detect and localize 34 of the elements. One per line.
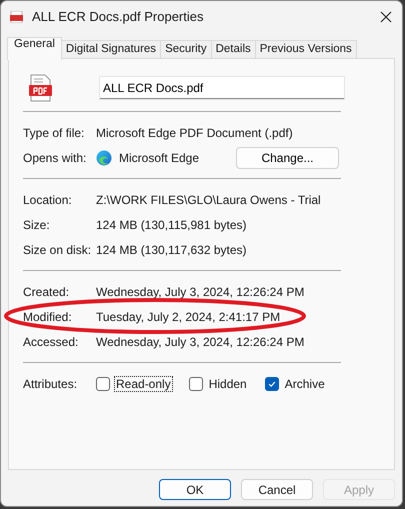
dialog-button[interactable]: Cancel (241, 479, 313, 500)
file-name-field[interactable]: ALL ECR Docs.pdf (100, 77, 344, 99)
dialog-button[interactable]: OK (159, 479, 231, 500)
field-label: Accessed: (23, 334, 80, 348)
edge-browser-icon (96, 150, 112, 166)
pdf-file-icon (28, 74, 52, 102)
field-value: Wednesday, July 3, 2024, 12:26:24 PM (96, 284, 304, 298)
checkbox[interactable] (264, 376, 279, 390)
field-value: 124 MB (130,117,632 bytes) (96, 242, 247, 256)
field-value: Z:\WORK FILES\GLO\Laura Owens - Trial (96, 192, 321, 206)
field-label: Size: (23, 218, 51, 232)
field-label: Attributes: (23, 376, 78, 390)
field-value: 124 MB (130,115,981 bytes) (96, 218, 247, 232)
field-value: Microsoft Edge (119, 150, 200, 164)
tab[interactable]: General (7, 37, 62, 60)
tab[interactable]: Previous Versions (254, 40, 357, 58)
checkbox-label[interactable]: Hidden (206, 376, 249, 392)
field-value: Wednesday, July 3, 2024, 12:26:24 PM (96, 334, 304, 348)
field-value: Microsoft Edge PDF Document (.pdf) (96, 126, 293, 140)
field-label: Size on disk: (23, 242, 92, 256)
field-label: Modified: (23, 310, 73, 324)
checkbox-label[interactable]: Archive (282, 376, 327, 392)
field-label: Type of file: (23, 126, 86, 140)
window-title: ALL ECR Docs.pdf Properties (32, 9, 204, 24)
checkbox[interactable] (96, 376, 110, 390)
field-label: Created: (23, 284, 70, 298)
pdf-file-icon (10, 10, 24, 22)
checkbox[interactable] (188, 376, 203, 390)
change-button[interactable]: Change... (236, 146, 339, 168)
field-label: Opens with: (23, 150, 88, 164)
close-icon[interactable] (380, 10, 392, 22)
field-value: Tuesday, July 2, 2024, 2:41:17 PM (96, 310, 280, 324)
checkbox-label[interactable]: Read-only (114, 376, 173, 392)
field-label: Location: (23, 192, 73, 206)
